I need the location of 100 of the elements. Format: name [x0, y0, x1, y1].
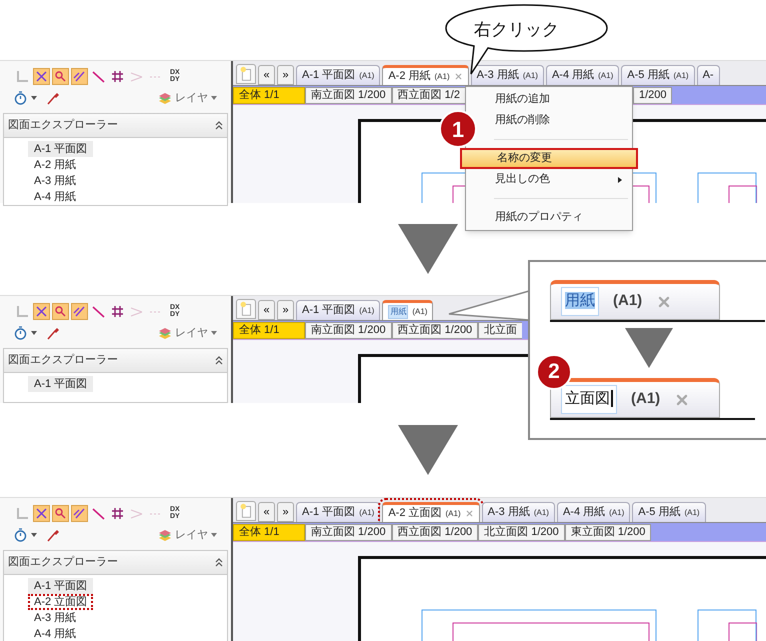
- previous-tab-button[interactable]: «: [258, 300, 275, 320]
- sheet-tab[interactable]: 西立面図 1/2: [392, 86, 465, 104]
- explorer-item[interactable]: A-1 平面図: [28, 141, 94, 157]
- tab-label[interactable]: A-1 平面図: [302, 504, 356, 521]
- dropper-icon[interactable]: [47, 92, 59, 104]
- explorer-item[interactable]: A-2 立面図: [28, 594, 94, 610]
- sheet-tab[interactable]: 1/200: [632, 86, 672, 104]
- stopwatch-icon[interactable]: [14, 91, 27, 105]
- explorer-item[interactable]: A-1 平面図: [28, 376, 94, 392]
- sheet-tab[interactable]: 南立面図 1/200: [305, 86, 392, 104]
- explorer-item[interactable]: A-4 用紙: [28, 626, 82, 641]
- layers-icon[interactable]: [158, 326, 172, 340]
- previous-tab-button[interactable]: «: [258, 65, 275, 85]
- sheet-tab[interactable]: 北立面: [478, 322, 522, 338]
- sheet-tab[interactable]: 全体 1/1: [233, 524, 305, 540]
- page-tab[interactable]: A-4 用紙 (A1): [556, 502, 630, 522]
- page-tab[interactable]: A-3 用紙 (A1): [470, 65, 544, 85]
- tab-label[interactable]: A-2 立面図: [388, 505, 442, 522]
- previous-tab-button[interactable]: «: [258, 502, 275, 522]
- menu-item[interactable]: 用紙のプロパティ: [466, 207, 632, 228]
- cross-icon[interactable]: [33, 68, 50, 84]
- tab-label[interactable]: A-3 用紙: [488, 504, 530, 521]
- caret-icon[interactable]: [31, 96, 37, 100]
- tab-label[interactable]: A-1 平面図: [302, 302, 356, 319]
- tab-label[interactable]: A-1 平面図: [302, 67, 356, 84]
- slash-icon[interactable]: [71, 302, 88, 320]
- step-badge: 2: [536, 354, 572, 390]
- paper-size-label: (A1): [359, 304, 374, 316]
- paper-size-label: (A1): [673, 70, 689, 82]
- page-tab[interactable]: A-4 用紙 (A1): [546, 65, 620, 85]
- tab-label[interactable]: A-2 用紙: [388, 68, 430, 85]
- tab-label[interactable]: A-5 用紙: [638, 504, 680, 521]
- page-tab[interactable]: A-5 用紙 (A1): [621, 65, 695, 85]
- page-tab[interactable]: A-1 平面図 (A1): [296, 502, 380, 522]
- menu-item[interactable]: 見出しの色: [466, 169, 632, 190]
- explorer-title: 図面エクスプローラー: [8, 352, 118, 368]
- collapse-icon[interactable]: [215, 558, 223, 567]
- next-tab-button[interactable]: »: [277, 300, 294, 320]
- next-tab-button[interactable]: »: [277, 65, 294, 85]
- layer-dropdown[interactable]: レイヤ: [175, 526, 217, 544]
- tab-name-input[interactable]: 立面図: [561, 385, 617, 414]
- dropper-icon[interactable]: [47, 528, 59, 542]
- next-tab-button[interactable]: »: [277, 502, 294, 522]
- zoomed-tab[interactable]: 立面図 (A1): [550, 378, 720, 418]
- tab-name-input[interactable]: 用紙: [561, 287, 599, 316]
- tab-label[interactable]: A-5 用紙: [627, 67, 670, 84]
- sheet-tab[interactable]: 南立面図 1/200: [305, 524, 392, 540]
- explorer-item[interactable]: A-1 平面図: [28, 578, 94, 594]
- explorer-item[interactable]: A-4 用紙: [28, 189, 82, 205]
- page-tab[interactable]: A-: [696, 65, 720, 85]
- bubble-text: 右クリック: [474, 19, 559, 41]
- sheet-tab[interactable]: 南立面図 1/200: [305, 322, 392, 338]
- layers-icon[interactable]: [158, 528, 172, 542]
- down-arrow-icon: [625, 328, 673, 368]
- caret-icon: [211, 331, 217, 335]
- tab-label[interactable]: A-3 用紙: [476, 67, 519, 84]
- caret-icon[interactable]: [31, 533, 37, 537]
- paper-size-label: (A1): [631, 389, 660, 410]
- sheet-tab[interactable]: 北立面図 1/200: [478, 524, 565, 540]
- sheet-tab[interactable]: 東立面図 1/200: [564, 524, 652, 540]
- layer-dropdown[interactable]: レイヤ: [175, 90, 217, 106]
- tab-label[interactable]: A-4 用紙: [552, 67, 594, 84]
- page-tab[interactable]: A-2 用紙 (A1): [382, 65, 469, 85]
- slash-icon[interactable]: [71, 504, 88, 522]
- page-tab[interactable]: A-3 用紙 (A1): [482, 502, 555, 522]
- caret-icon: [211, 96, 217, 100]
- slash-icon[interactable]: [71, 68, 88, 84]
- dropper-icon[interactable]: [47, 326, 59, 340]
- magnifier-icon[interactable]: [52, 68, 69, 84]
- menu-item[interactable]: 名称の変更: [460, 148, 638, 169]
- tab-label[interactable]: A-4 用紙: [562, 504, 606, 521]
- cross-icon[interactable]: [33, 302, 50, 320]
- page-tab[interactable]: A-5 用紙 (A1): [632, 502, 706, 522]
- caret-icon[interactable]: [31, 331, 37, 335]
- sheet-tab[interactable]: 西立面図 1/200: [392, 524, 478, 540]
- explorer-item[interactable]: A-3 用紙: [28, 173, 82, 189]
- layers-icon[interactable]: [158, 92, 172, 104]
- magnifier-icon[interactable]: [52, 302, 69, 320]
- stopwatch-icon[interactable]: [14, 528, 27, 542]
- stopwatch-icon[interactable]: [14, 326, 27, 340]
- paper-size-label: (A1): [359, 506, 374, 518]
- sheet-tab[interactable]: 全体 1/1: [233, 86, 305, 104]
- paper-size-label: (A1): [598, 70, 614, 82]
- cross-icon[interactable]: [33, 504, 50, 522]
- collapse-icon[interactable]: [215, 356, 223, 365]
- sheet-tab[interactable]: 西立面図 1/200: [392, 322, 478, 338]
- layer-dropdown[interactable]: レイヤ: [175, 324, 217, 342]
- zoomed-tab[interactable]: 用紙 (A1): [550, 280, 720, 320]
- menu-item[interactable]: 用紙の追加: [466, 89, 632, 110]
- page-tab[interactable]: A-1 平面図 (A1): [296, 65, 380, 85]
- collapse-icon[interactable]: [215, 121, 223, 130]
- magnifier-icon[interactable]: [52, 504, 69, 522]
- down-arrow-icon: [398, 425, 458, 475]
- page-tab[interactable]: A-1 平面図 (A1): [296, 300, 380, 320]
- page-tab[interactable]: 用紙 (A1): [382, 300, 434, 320]
- explorer-item[interactable]: A-2 用紙: [28, 157, 82, 173]
- tab-label[interactable]: A-: [702, 67, 714, 84]
- sheet-tab[interactable]: 全体 1/1: [233, 322, 305, 338]
- tab-name-input[interactable]: 用紙: [388, 304, 408, 318]
- explorer-item[interactable]: A-3 用紙: [28, 610, 82, 626]
